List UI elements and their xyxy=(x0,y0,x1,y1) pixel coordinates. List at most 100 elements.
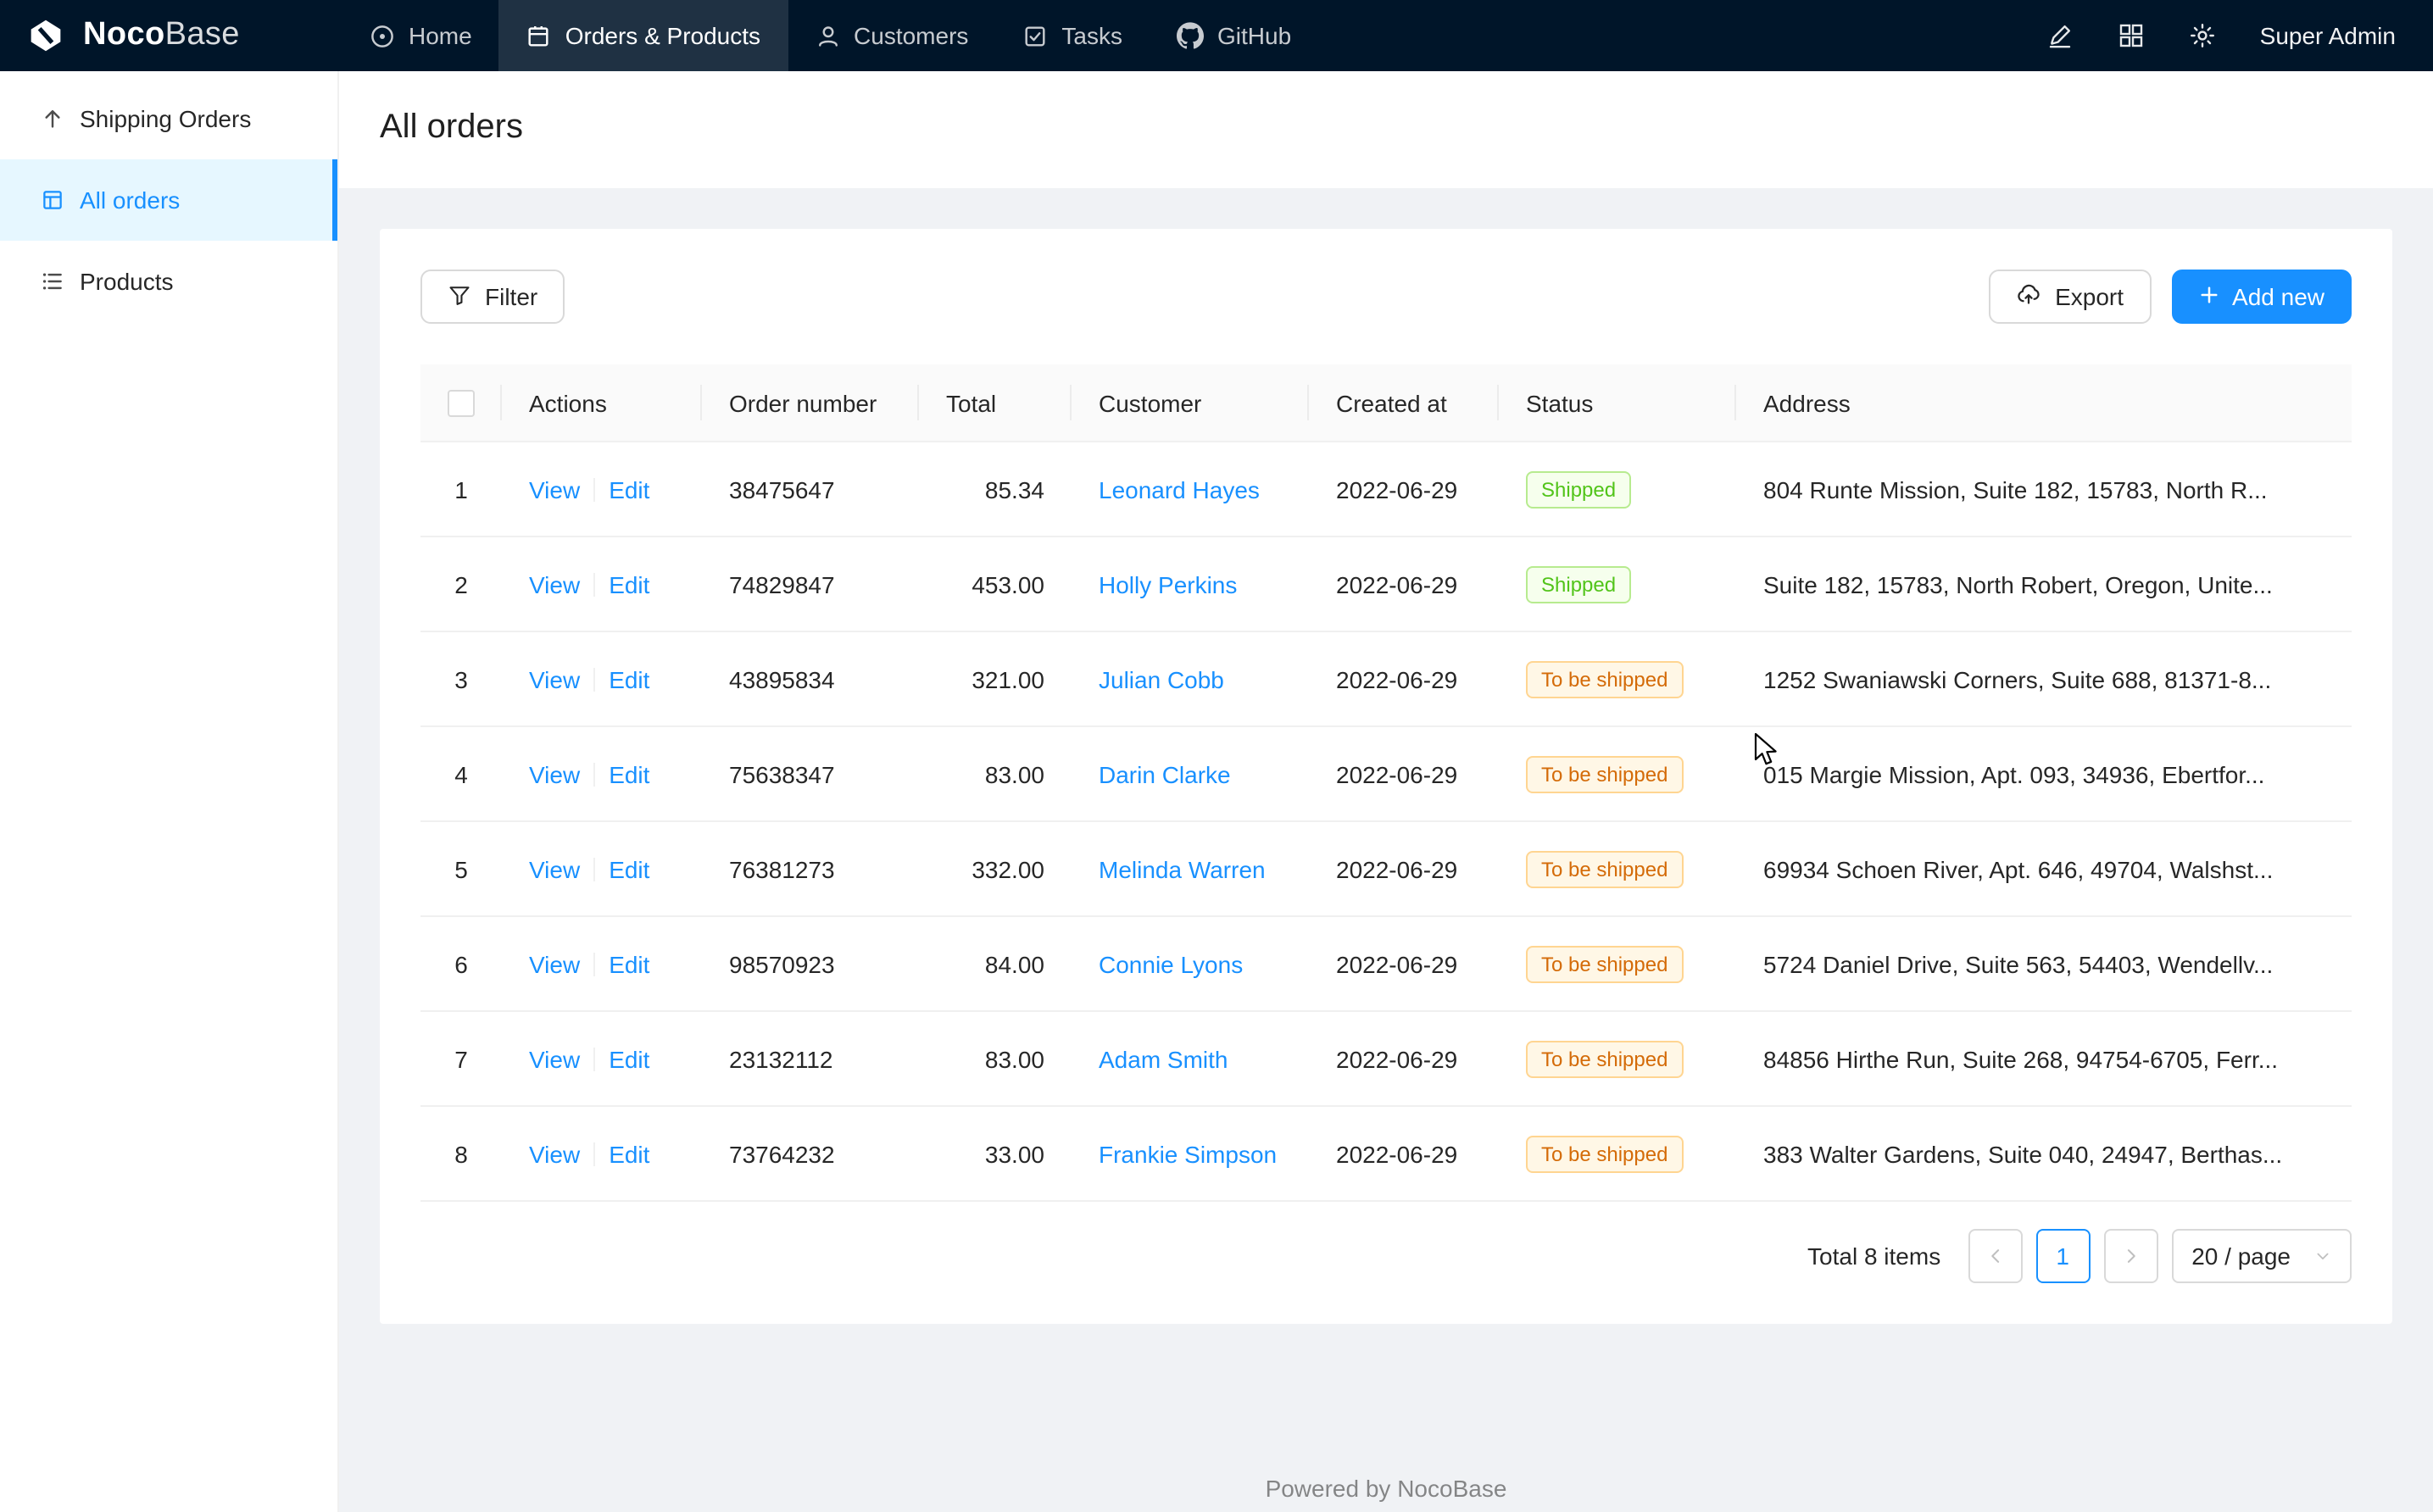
status-cell: To be shipped xyxy=(1499,632,1736,725)
nav-item-orders-products[interactable]: Orders & Products xyxy=(499,0,788,71)
home-icon xyxy=(370,23,395,48)
user-menu[interactable]: Super Admin xyxy=(2260,22,2396,49)
total-cell: 83.00 xyxy=(919,1012,1072,1105)
address-cell: 69934 Schoen River, Apt. 646, 49704, Wal… xyxy=(1736,822,2352,915)
status-badge: To be shipped xyxy=(1526,755,1683,792)
created-at-cell: 2022-06-29 xyxy=(1309,1012,1499,1105)
gear-icon[interactable] xyxy=(2189,22,2216,49)
sidebar-item-products[interactable]: Products xyxy=(0,241,337,322)
customer-cell: Leonard Hayes xyxy=(1072,442,1309,536)
filter-button[interactable]: Filter xyxy=(420,270,565,324)
order-number-cell: 23132112 xyxy=(702,1012,919,1105)
status-cell: Shipped xyxy=(1499,442,1736,536)
column-header-order-number: Order number xyxy=(702,364,919,441)
view-link[interactable]: View xyxy=(529,760,580,787)
view-link[interactable]: View xyxy=(529,1140,580,1167)
column-header-total: Total xyxy=(919,364,1072,441)
page-size-value: 20 / page xyxy=(2191,1242,2291,1270)
nav-item-label: Customers xyxy=(854,22,968,49)
column-header-created-at: Created at xyxy=(1309,364,1499,441)
orders-table: Actions Order number Total Customer Crea… xyxy=(420,364,2352,1202)
nav-item-label: GitHub xyxy=(1217,22,1291,49)
total-cell: 83.00 xyxy=(919,727,1072,820)
status-cell: To be shipped xyxy=(1499,1012,1736,1105)
view-link[interactable]: View xyxy=(529,665,580,692)
status-badge: To be shipped xyxy=(1526,945,1683,982)
view-link[interactable]: View xyxy=(529,1045,580,1072)
view-link[interactable]: View xyxy=(529,475,580,503)
edit-link[interactable]: Edit xyxy=(609,950,649,977)
export-button[interactable]: Export xyxy=(1989,270,2151,324)
customer-cell: Adam Smith xyxy=(1072,1012,1309,1105)
cloud-export-icon xyxy=(2016,281,2041,312)
customer-link[interactable]: Melinda Warren xyxy=(1099,855,1266,882)
divider xyxy=(593,477,595,501)
sidebar-item-label: Products xyxy=(80,268,174,295)
github-icon xyxy=(1177,22,1204,49)
actions-cell: View Edit xyxy=(502,1107,702,1200)
add-new-button-label: Add new xyxy=(2232,283,2324,310)
status-badge: To be shipped xyxy=(1526,850,1683,887)
sidebar-item-all-orders[interactable]: All orders xyxy=(0,159,337,241)
column-header-address: Address xyxy=(1736,364,2352,441)
order-number-cell: 76381273 xyxy=(702,822,919,915)
customer-link[interactable]: Darin Clarke xyxy=(1099,760,1231,787)
pagination-page-1[interactable]: 1 xyxy=(2035,1229,2090,1283)
order-number-cell: 43895834 xyxy=(702,632,919,725)
nav-item-github[interactable]: GitHub xyxy=(1150,0,1318,71)
customer-cell: Frankie Simpson xyxy=(1072,1107,1309,1200)
customer-cell: Julian Cobb xyxy=(1072,632,1309,725)
total-cell: 321.00 xyxy=(919,632,1072,725)
pagination-next-button[interactable] xyxy=(2103,1229,2157,1283)
nav-item-home[interactable]: Home xyxy=(342,0,499,71)
edit-link[interactable]: Edit xyxy=(609,665,649,692)
pagination-prev-button[interactable] xyxy=(1968,1229,2022,1283)
arrow-up-icon xyxy=(41,107,64,131)
edit-link[interactable]: Edit xyxy=(609,570,649,598)
row-index-cell: 4 xyxy=(420,727,502,820)
customer-link[interactable]: Adam Smith xyxy=(1099,1045,1228,1072)
edit-link[interactable]: Edit xyxy=(609,475,649,503)
divider xyxy=(593,952,595,976)
table-row: 8 View Edit 73764232 33.00 Frankie Simps… xyxy=(420,1107,2352,1202)
row-index-cell: 5 xyxy=(420,822,502,915)
edit-link[interactable]: Edit xyxy=(609,1140,649,1167)
edit-link[interactable]: Edit xyxy=(609,1045,649,1072)
customer-link[interactable]: Connie Lyons xyxy=(1099,950,1243,977)
tasks-icon xyxy=(1022,23,1048,48)
export-button-label: Export xyxy=(2055,283,2124,310)
edit-link[interactable]: Edit xyxy=(609,855,649,882)
created-at-cell: 2022-06-29 xyxy=(1309,1107,1499,1200)
created-at-cell: 2022-06-29 xyxy=(1309,727,1499,820)
logo[interactable]: NocoBase xyxy=(0,0,342,71)
status-badge: To be shipped xyxy=(1526,1040,1683,1077)
divider xyxy=(593,667,595,691)
total-cell: 85.34 xyxy=(919,442,1072,536)
view-link[interactable]: View xyxy=(529,570,580,598)
order-number-cell: 74829847 xyxy=(702,537,919,631)
customer-cell: Holly Perkins xyxy=(1072,537,1309,631)
pagination-total: Total 8 items xyxy=(1807,1242,1940,1270)
sidebar-item-shipping-orders[interactable]: Shipping Orders xyxy=(0,78,337,159)
select-all-checkbox[interactable] xyxy=(448,389,475,416)
customer-link[interactable]: Frankie Simpson xyxy=(1099,1140,1277,1167)
page-size-select[interactable]: 20 / page xyxy=(2171,1229,2352,1283)
actions-cell: View Edit xyxy=(502,632,702,725)
status-cell: To be shipped xyxy=(1499,822,1736,915)
customer-link[interactable]: Leonard Hayes xyxy=(1099,475,1260,503)
pen-icon[interactable] xyxy=(2046,22,2074,49)
nav-item-tasks[interactable]: Tasks xyxy=(995,0,1150,71)
actions-cell: View Edit xyxy=(502,1012,702,1105)
customer-link[interactable]: Julian Cobb xyxy=(1099,665,1224,692)
grid-icon[interactable] xyxy=(2118,22,2145,49)
sidebar-item-label: All orders xyxy=(80,186,180,214)
nav-item-customers[interactable]: Customers xyxy=(788,0,995,71)
edit-link[interactable]: Edit xyxy=(609,760,649,787)
chevron-down-icon xyxy=(2314,1248,2331,1265)
view-link[interactable]: View xyxy=(529,950,580,977)
customer-link[interactable]: Holly Perkins xyxy=(1099,570,1237,598)
sidebar: Shipping Orders All orders Products xyxy=(0,71,339,1512)
add-new-button[interactable]: Add new xyxy=(2171,270,2352,324)
view-link[interactable]: View xyxy=(529,855,580,882)
nav-item-label: Home xyxy=(409,22,472,49)
